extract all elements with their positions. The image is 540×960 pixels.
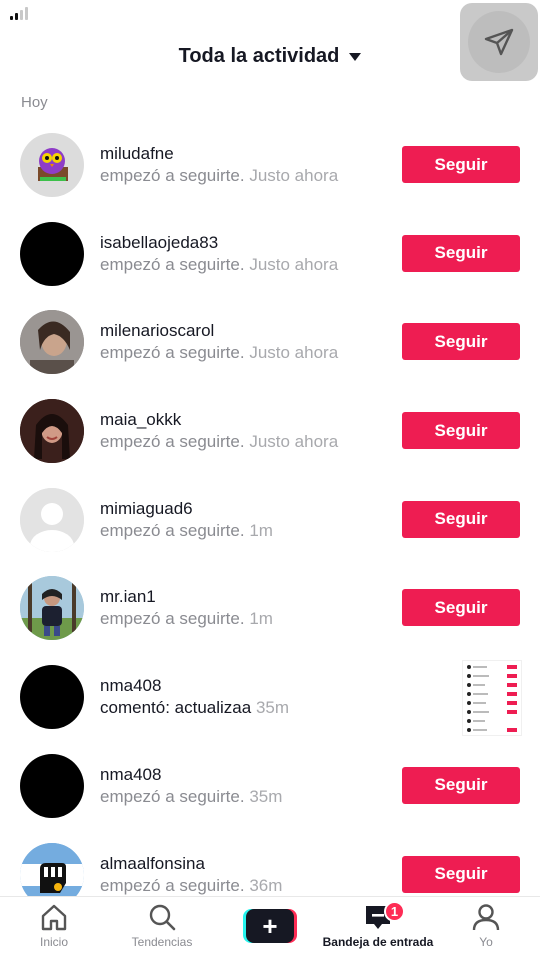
- page-title: Toda la actividad: [178, 44, 340, 67]
- username[interactable]: maia_okkk: [100, 410, 181, 430]
- activity-row[interactable]: mimiaguad6 empezó a seguirte. 1m Seguir: [0, 475, 540, 564]
- avatar[interactable]: [20, 133, 84, 197]
- home-icon: [41, 904, 67, 931]
- username[interactable]: nma408: [100, 676, 161, 696]
- activity-row[interactable]: maia_okkk empezó a seguirte. Justo ahora…: [0, 386, 540, 475]
- activity-text: empezó a seguirte. Justo ahora: [100, 432, 339, 452]
- tab-home[interactable]: Inicio: [0, 903, 114, 949]
- paper-plane-icon: [484, 28, 514, 56]
- follow-button[interactable]: Seguir: [402, 500, 520, 538]
- tab-discover[interactable]: Tendencias: [102, 903, 222, 949]
- follow-button[interactable]: Seguir: [402, 146, 520, 183]
- activity-text: empezó a seguirte. Justo ahora: [100, 254, 339, 274]
- search-icon: [149, 904, 176, 931]
- section-label-today: Hoy: [21, 94, 48, 111]
- activity-text: empezó a seguirte. 36m: [100, 875, 283, 895]
- activity-list: miludafne empezó a seguirte. Justo ahora…: [0, 120, 540, 918]
- avatar[interactable]: [20, 753, 84, 818]
- activity-row[interactable]: nma408 comentó: actualizaa 35m: [0, 652, 540, 741]
- tab-profile[interactable]: Yo: [426, 903, 540, 949]
- activity-row[interactable]: milenarioscarol empezó a seguirte. Justo…: [0, 297, 540, 386]
- signal-icon: [10, 6, 28, 20]
- avatar[interactable]: [20, 487, 84, 552]
- plus-icon: +: [246, 909, 294, 943]
- follow-button[interactable]: Seguir: [402, 234, 520, 272]
- activity-row[interactable]: nma408 empezó a seguirte. 35m Seguir: [0, 741, 540, 830]
- activity-text: comentó: actualizaa 35m: [100, 698, 290, 718]
- caret-down-icon: [349, 53, 362, 61]
- username[interactable]: mimiaguad6: [100, 499, 193, 519]
- profile-icon: [472, 904, 500, 931]
- status-bar: ⚡: [0, 0, 540, 30]
- follow-button[interactable]: Seguir: [402, 589, 520, 627]
- create-button[interactable]: +: [243, 909, 297, 943]
- activity-text: empezó a seguirte. Justo ahora: [100, 343, 339, 363]
- video-thumbnail[interactable]: [462, 660, 522, 737]
- activity-filter-dropdown[interactable]: Toda la actividad: [0, 36, 540, 76]
- activity-text: empezó a seguirte. 1m: [100, 520, 273, 540]
- username[interactable]: miludafne: [100, 144, 174, 164]
- activity-text: empezó a seguirte. 1m: [100, 609, 273, 629]
- avatar[interactable]: [20, 399, 84, 464]
- username[interactable]: nma408: [100, 765, 161, 785]
- username[interactable]: mr.ian1: [100, 587, 156, 607]
- activity-text: empezó a seguirte. Justo ahora: [100, 166, 339, 185]
- avatar[interactable]: [20, 576, 84, 641]
- avatar[interactable]: [20, 221, 84, 286]
- avatar[interactable]: [20, 310, 84, 375]
- activity-text: empezó a seguirte. 35m: [100, 786, 283, 806]
- direct-message-button[interactable]: [460, 3, 538, 81]
- activity-row[interactable]: miludafne empezó a seguirte. Justo ahora…: [0, 120, 540, 209]
- follow-button[interactable]: Seguir: [402, 766, 520, 804]
- username[interactable]: milenarioscarol: [100, 321, 214, 341]
- follow-button[interactable]: Seguir: [402, 323, 520, 361]
- bottom-tab-bar: Inicio Tendencias + Bandeja de entrada 1…: [0, 896, 540, 960]
- activity-row[interactable]: isabellaojeda83 empezó a seguirte. Justo…: [0, 209, 540, 298]
- username[interactable]: isabellaojeda83: [100, 233, 218, 253]
- follow-button[interactable]: Seguir: [402, 855, 520, 893]
- notification-badge: 1: [384, 901, 405, 922]
- avatar[interactable]: [20, 665, 84, 730]
- tab-inbox[interactable]: Bandeja de entrada: [318, 903, 438, 949]
- username[interactable]: almaalfonsina: [100, 854, 205, 874]
- follow-button[interactable]: Seguir: [402, 412, 520, 450]
- activity-row[interactable]: mr.ian1 empezó a seguirte. 1m Seguir: [0, 563, 540, 652]
